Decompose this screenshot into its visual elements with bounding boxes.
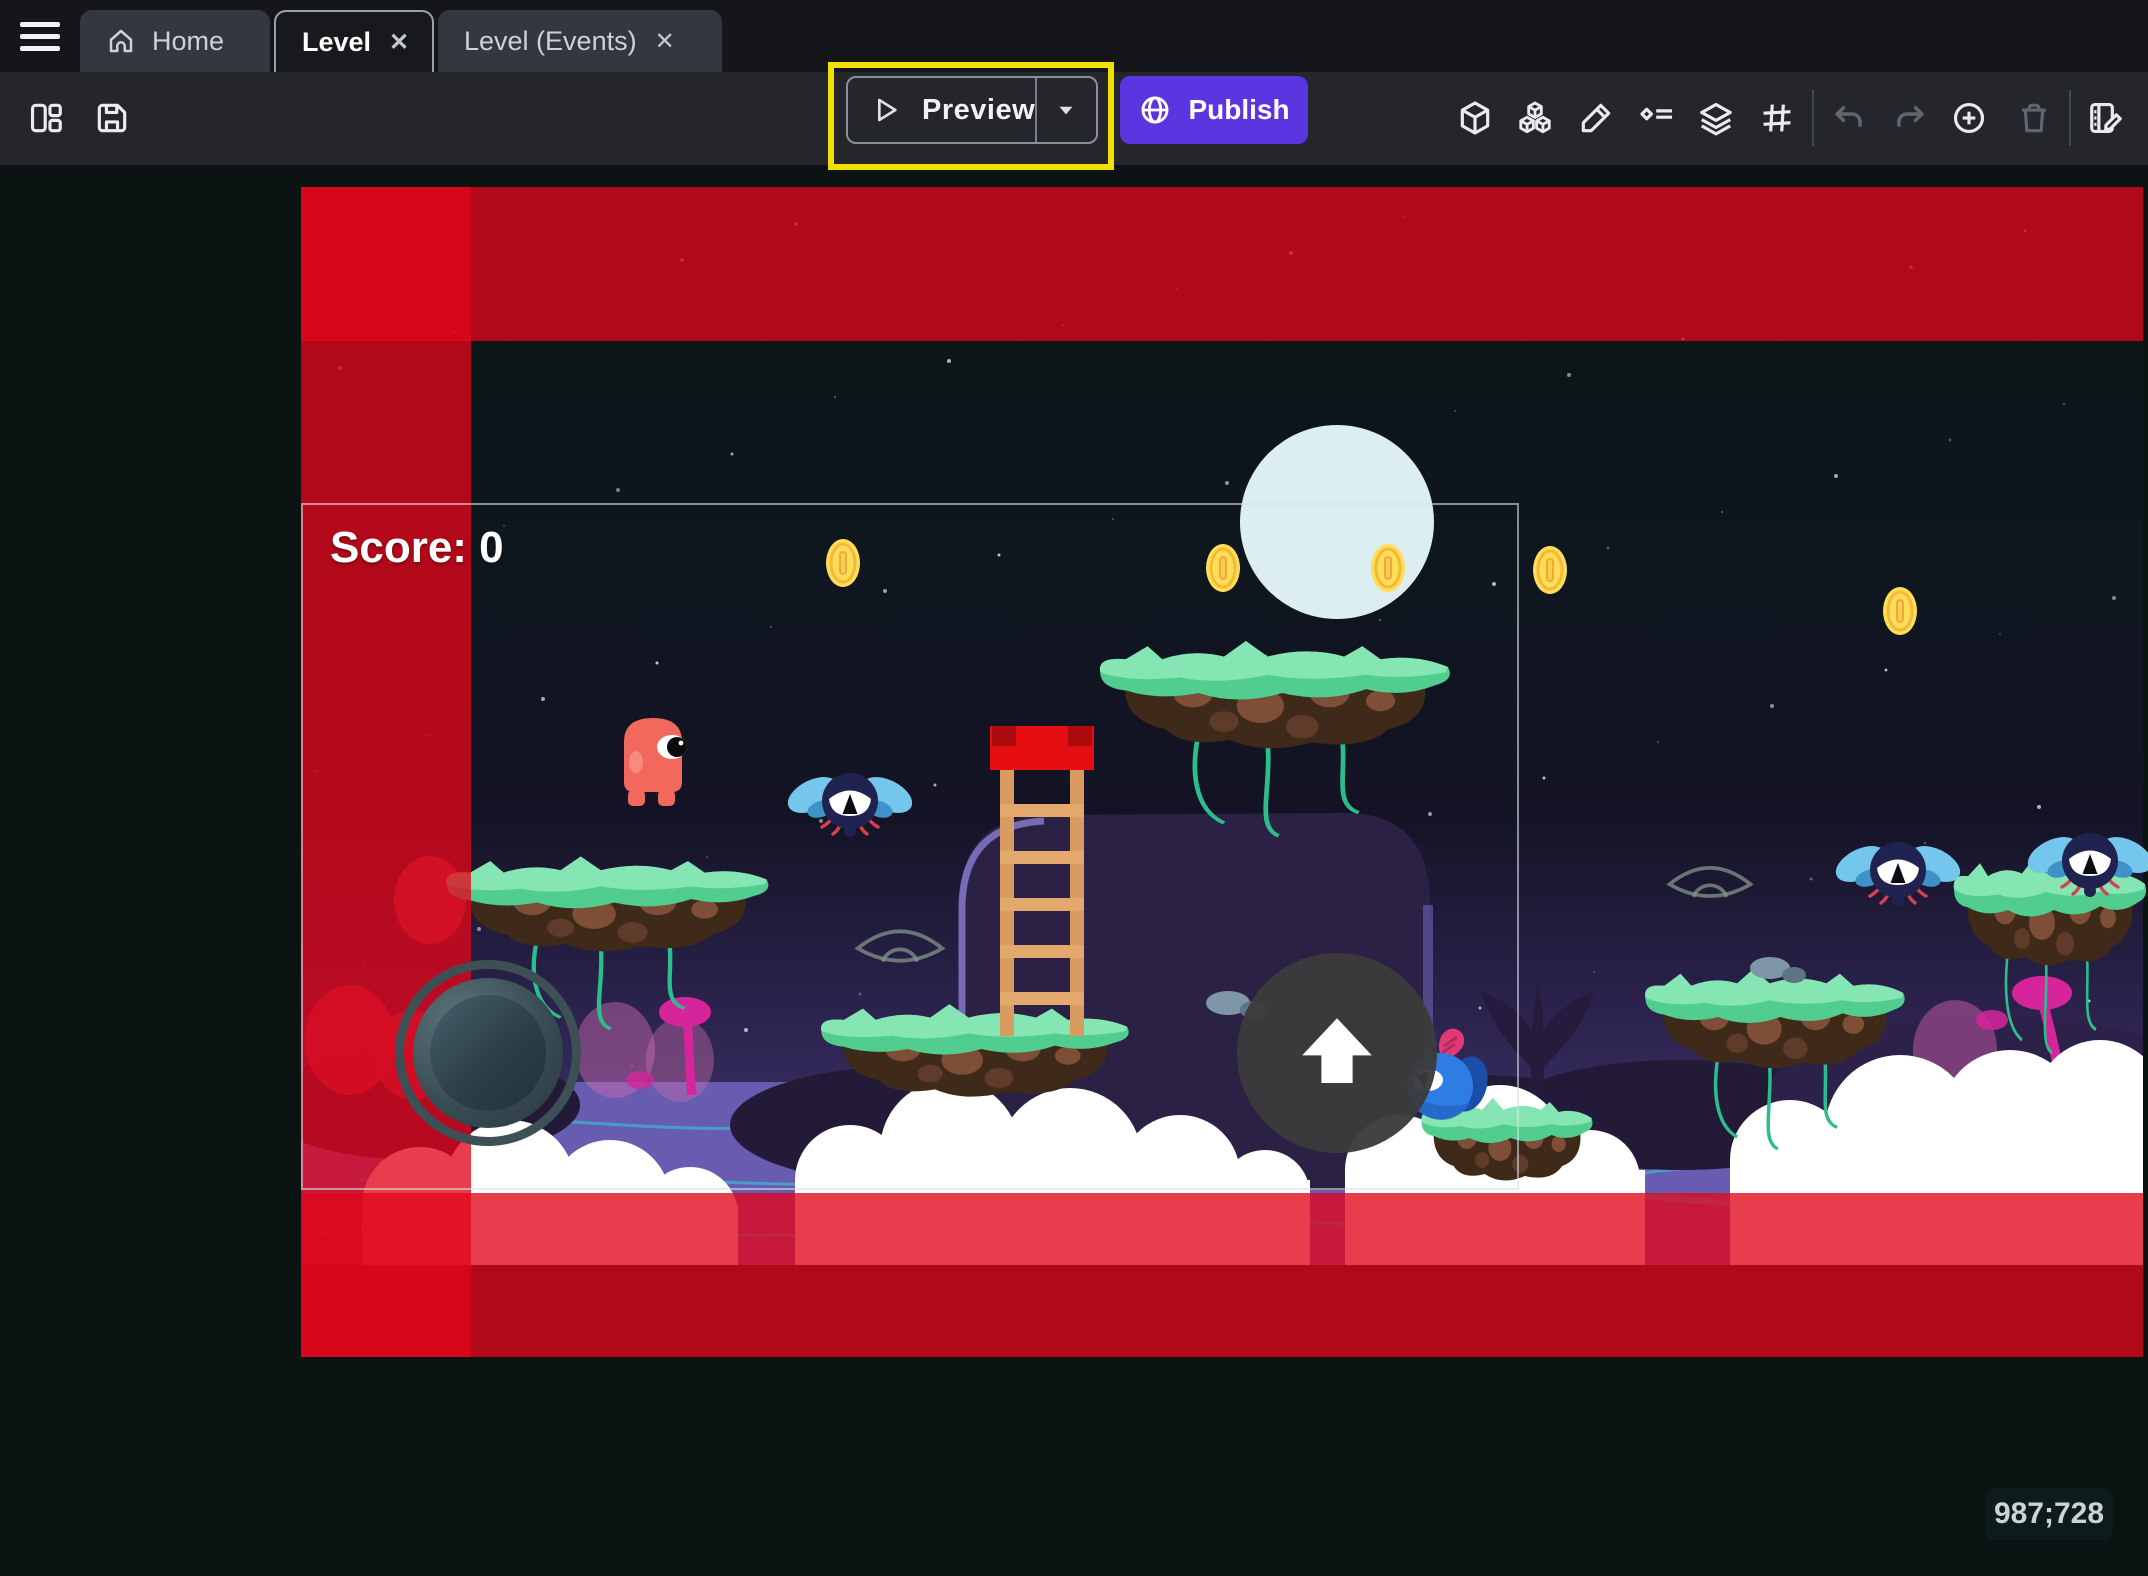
instances-cubes-icon[interactable] — [1513, 96, 1557, 140]
scene-layer — [0, 165, 2148, 1576]
grid-icon[interactable] — [1755, 96, 1799, 140]
player-instance[interactable] — [612, 710, 694, 810]
tab-level-events-label: Level (Events) — [464, 26, 637, 57]
tab-level[interactable]: Level ✕ — [274, 10, 434, 72]
cursor-coordinates-badge: 987;728 — [1985, 1488, 2113, 1540]
preview-button[interactable]: Preview — [846, 76, 1098, 144]
bat-enemy-instance[interactable] — [1833, 822, 1963, 922]
layout-panels-icon[interactable] — [24, 96, 68, 140]
undo-icon[interactable] — [1827, 96, 1871, 140]
virtual-joystick-instance[interactable] — [395, 960, 581, 1146]
tab-level-events[interactable]: Level (Events) ✕ — [438, 10, 722, 72]
close-icon[interactable]: ✕ — [653, 27, 677, 56]
preview-button-label: Preview — [922, 94, 1035, 127]
pencil-icon[interactable] — [1574, 96, 1618, 140]
red-overlay-instance[interactable] — [301, 187, 2143, 341]
object-properties-icon[interactable] — [1635, 96, 1679, 140]
close-icon[interactable]: ✕ — [387, 28, 411, 57]
preview-dropdown-button[interactable] — [1037, 78, 1096, 142]
ladder-instance[interactable] — [990, 726, 1094, 1036]
tab-home-label: Home — [152, 26, 224, 57]
publish-button[interactable]: Publish — [1120, 76, 1308, 144]
play-icon — [870, 94, 902, 126]
bat-enemy-instance[interactable] — [785, 753, 915, 853]
home-icon — [106, 26, 136, 56]
coin-instance[interactable] — [825, 538, 861, 588]
globe-icon — [1138, 93, 1172, 127]
scene-editor-canvas[interactable]: Score: 0 987;728 — [0, 165, 2148, 1576]
coin-instance[interactable] — [1882, 586, 1918, 636]
chevron-down-icon — [1053, 97, 1079, 123]
zoom-in-icon[interactable] — [1947, 96, 1991, 140]
coin-instance[interactable] — [1370, 543, 1406, 593]
trash-icon[interactable] — [2012, 96, 2056, 140]
publish-button-label: Publish — [1188, 94, 1289, 126]
objects-cube-icon[interactable] — [1453, 96, 1497, 140]
coin-instance[interactable] — [1532, 545, 1568, 595]
jump-button-instance[interactable] — [1237, 953, 1437, 1153]
bat-enemy-instance[interactable] — [2025, 813, 2148, 913]
events-sheet-icon[interactable] — [2084, 96, 2128, 140]
save-icon[interactable] — [90, 96, 134, 140]
tab-level-label: Level — [302, 27, 371, 58]
layers-icon[interactable] — [1694, 96, 1738, 140]
hamburger-menu-icon[interactable] — [20, 22, 60, 52]
tab-bar: Home Level ✕ Level (Events) ✕ — [0, 0, 2148, 72]
coin-instance[interactable] — [1205, 543, 1241, 593]
redo-icon[interactable] — [1888, 96, 1932, 140]
red-overlay-instance[interactable] — [301, 187, 471, 1357]
red-overlay-instance[interactable] — [301, 1193, 2143, 1357]
tab-home[interactable]: Home — [80, 10, 270, 72]
editor-toolbar: Preview Publish — [0, 72, 2148, 165]
score-text-instance[interactable]: Score: 0 — [330, 523, 504, 573]
arrow-up-icon — [1277, 993, 1397, 1113]
